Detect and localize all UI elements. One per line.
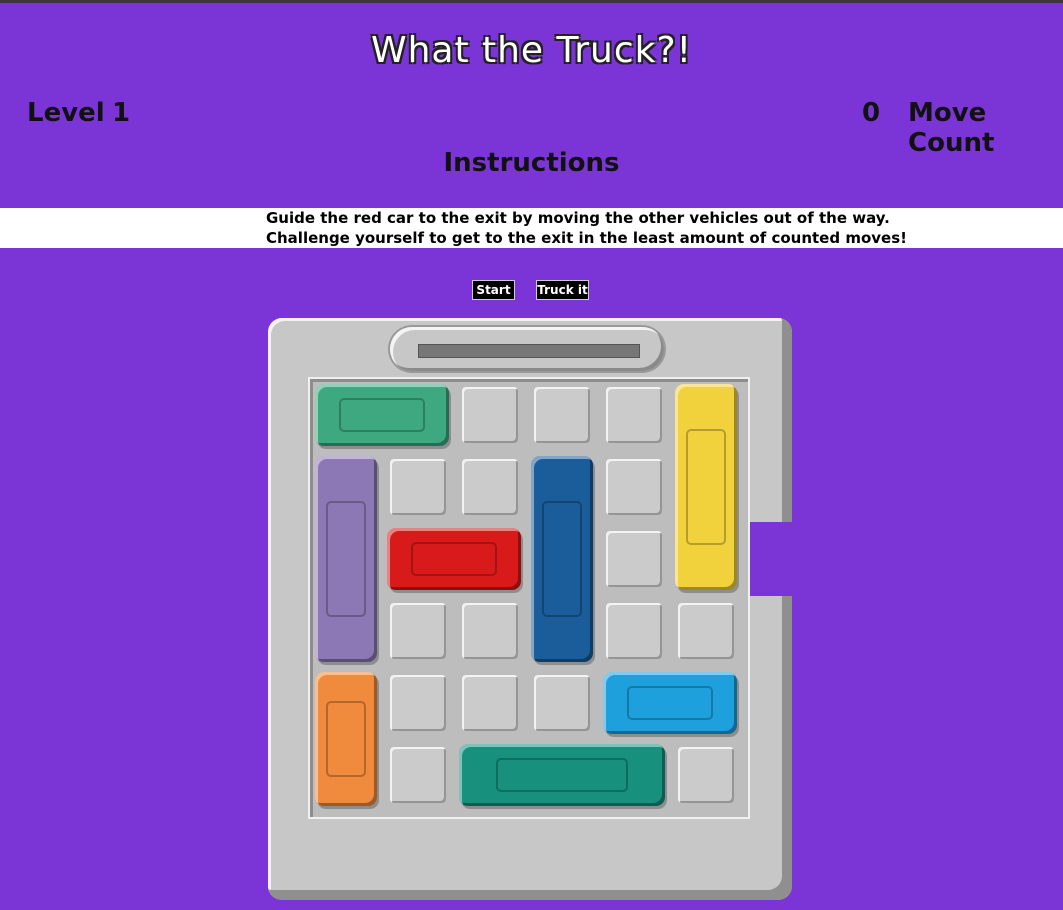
purple-truck[interactable] [315,456,377,662]
move-count-value: 0 [862,98,881,128]
puzzle-grid [310,379,748,817]
grid-cell [462,675,518,731]
grid-cell [534,387,590,443]
grid-cell [606,387,662,443]
cyan-car[interactable] [603,672,737,734]
level-value: 1 [112,98,131,128]
grid-cell [390,459,446,515]
grid-cell [606,603,662,659]
start-button[interactable]: Start [472,280,515,300]
game-title: What the Truck?! [370,30,693,71]
top-border [0,0,1063,3]
teal-truck[interactable] [459,744,665,806]
exit-opening [742,522,792,596]
game-board [268,318,792,900]
grid-cell [678,747,734,803]
grid-cell [390,603,446,659]
grid-cell [678,603,734,659]
level-label: Level [27,98,105,128]
orange-car[interactable] [315,672,377,806]
blue-truck[interactable] [531,456,593,662]
grid-cell [462,387,518,443]
instructions-line-1: Guide the red car to the exit by moving … [266,209,890,227]
instructions-heading[interactable]: Instructions [0,148,1063,178]
board-handle-bar [418,344,640,358]
yellow-truck[interactable] [675,384,737,590]
grid-cell [606,531,662,587]
grid-cell [606,459,662,515]
grid-cell [462,459,518,515]
grid-cell [462,603,518,659]
grid-cell [390,675,446,731]
instructions-line-2: Challenge yourself to get to the exit in… [266,229,907,247]
green-car[interactable] [315,384,449,446]
board-handle-slot [390,327,664,371]
grid-cell [534,675,590,731]
red-car[interactable] [387,528,521,590]
truck-it-button[interactable]: Truck it [536,280,589,300]
grid-cell [390,747,446,803]
